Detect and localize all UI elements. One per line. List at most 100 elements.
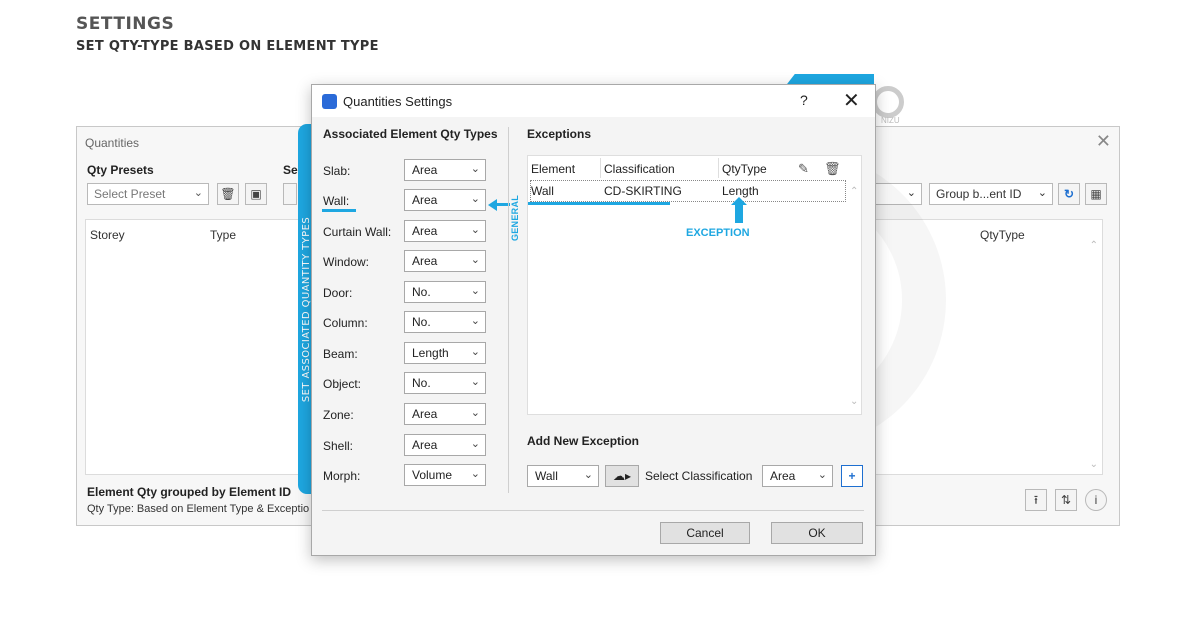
chevron-down-icon: ⌄	[1037, 187, 1047, 199]
exception-callout: EXCEPTION	[686, 227, 750, 239]
general-label: GENERAL	[509, 185, 521, 251]
cell-classification: CD-SKIRTING	[604, 184, 682, 198]
adjust-icon[interactable]: ⇅	[1055, 489, 1077, 511]
beam-select-value: Length	[412, 346, 449, 360]
trash-icon[interactable]: 🗑	[217, 183, 239, 205]
classification-tree-button[interactable]: ☁▸	[605, 465, 639, 487]
element-select[interactable]: Wall ⌄	[527, 465, 599, 487]
chevron-down-icon: ⌄	[470, 346, 480, 358]
slab-select-value: Area	[412, 163, 438, 177]
door-select[interactable]: No. ⌄	[404, 281, 486, 303]
row-label-wall: Wall:	[323, 194, 350, 208]
footer-title: Element Qty grouped by Element ID	[87, 485, 292, 499]
column-select[interactable]: No. ⌄	[404, 311, 486, 333]
cancel-button[interactable]: Cancel	[660, 522, 750, 544]
ok-button[interactable]: OK	[771, 522, 863, 544]
qtytype-select-value: Area	[770, 469, 796, 483]
edit-icon[interactable]: ✎	[798, 161, 809, 177]
close-icon[interactable]: ✕	[843, 88, 860, 113]
window-select-value: Area	[412, 254, 438, 268]
zone-select[interactable]: Area ⌄	[404, 403, 486, 425]
chevron-down-icon: ⌄	[583, 469, 593, 481]
general-label-text: GENERAL	[510, 194, 521, 242]
scroll-up-icon[interactable]: ⌃	[1090, 240, 1098, 251]
exception-underline	[528, 202, 670, 205]
row-label-morph: Morph:	[323, 469, 361, 483]
cell-element: Wall	[531, 184, 554, 198]
row-label-object: Object:	[323, 377, 362, 391]
cell-qtytype: Length	[722, 184, 759, 198]
chevron-down-icon: ⌄	[470, 285, 480, 297]
door-select-value: No.	[412, 285, 431, 299]
left-section-title: Associated Element Qty Types	[323, 127, 498, 141]
app-icon	[322, 94, 337, 109]
help-icon[interactable]: ?	[800, 92, 808, 108]
scroll-up-icon[interactable]: ⌃	[850, 186, 858, 197]
column-header: Storey	[90, 228, 125, 242]
header-separator	[600, 158, 601, 178]
chevron-down-icon: ⌄	[470, 254, 480, 266]
chevron-down-icon: ⌄	[193, 187, 203, 199]
table-row[interactable]	[530, 180, 846, 202]
chevron-down-icon: ⌄	[470, 315, 480, 327]
column-header: Type	[210, 228, 237, 242]
dialog-title: Quantities Settings	[343, 94, 453, 109]
chevron-down-icon: ⌄	[470, 468, 480, 480]
refresh-icon[interactable]: ↻	[1058, 183, 1080, 205]
shell-select-value: Area	[412, 438, 438, 452]
quantities-settings-dialog: Quantities Settings ? ✕ Associated Eleme…	[311, 84, 876, 556]
row-label-shell: Shell:	[323, 439, 354, 453]
wall-underline	[322, 209, 356, 212]
object-select[interactable]: No. ⌄	[404, 372, 486, 394]
curtain-wall-select[interactable]: Area ⌄	[404, 220, 486, 242]
chevron-down-icon: ⌄	[470, 438, 480, 450]
scroll-down-icon[interactable]: ⌄	[850, 396, 858, 407]
window-select[interactable]: Area ⌄	[404, 250, 486, 272]
chevron-down-icon: ⌄	[817, 469, 827, 481]
qty-presets-label: Qty Presets	[87, 163, 154, 177]
export-icon[interactable]: ⭱	[1025, 489, 1047, 511]
close-icon[interactable]: ✕	[1096, 131, 1111, 152]
curtain-wall-select-value: Area	[412, 224, 438, 238]
column-select-value: No.	[412, 315, 431, 329]
element-select-value: Wall	[535, 469, 558, 483]
tree-icon[interactable]	[283, 183, 297, 205]
info-icon[interactable]: i	[1085, 489, 1107, 511]
header-separator	[718, 158, 719, 178]
group-select[interactable]: Group b...ent ID ⌄	[929, 183, 1053, 205]
shell-select[interactable]: Area ⌄	[404, 434, 486, 456]
wall-select-value: Area	[412, 193, 438, 207]
trash-icon[interactable]: 🗑	[824, 161, 841, 177]
chevron-down-icon: ⌄	[470, 163, 480, 175]
column-header: QtyType	[980, 228, 1025, 242]
group-select-value: Group b...ent ID	[936, 187, 1022, 201]
exceptions-title: Exceptions	[527, 127, 592, 141]
morph-select[interactable]: Volume ⌄	[404, 464, 486, 486]
row-label-curtain-wall: Curtain Wall:	[323, 225, 392, 239]
chevron-down-icon: ⌄	[470, 407, 480, 419]
chevron-down-icon: ⌄	[906, 187, 916, 199]
zone-select-value: Area	[412, 407, 438, 421]
exceptions-header: QtyType	[722, 162, 767, 176]
footer-divider	[322, 510, 864, 511]
scroll-down-icon[interactable]: ⌄	[1090, 459, 1098, 470]
add-preset-icon[interactable]: ▣	[245, 183, 267, 205]
row-label-beam: Beam:	[323, 347, 358, 361]
qtytype-select[interactable]: Area ⌄	[762, 465, 833, 487]
select-classification-label: Select Classification	[645, 469, 753, 483]
exception-pointer	[735, 203, 743, 223]
row-label-zone: Zone:	[323, 408, 354, 422]
watermark-text: NIZU	[881, 116, 900, 125]
chevron-down-icon: ⌄	[470, 224, 480, 236]
row-label-door: Door:	[323, 286, 353, 300]
row-label-slab: Slab:	[323, 164, 351, 178]
preset-select[interactable]: Select Preset ⌄	[87, 183, 209, 205]
wall-select[interactable]: Area ⌄	[404, 189, 486, 211]
beam-select[interactable]: Length ⌄	[404, 342, 486, 364]
slab-select[interactable]: Area ⌄	[404, 159, 486, 181]
morph-select-value: Volume	[412, 468, 453, 482]
exceptions-header: Element	[531, 162, 576, 176]
add-exception-icon[interactable]: +	[841, 465, 863, 487]
tree-icon[interactable]: ▦	[1085, 183, 1107, 205]
object-select-value: No.	[412, 376, 431, 390]
